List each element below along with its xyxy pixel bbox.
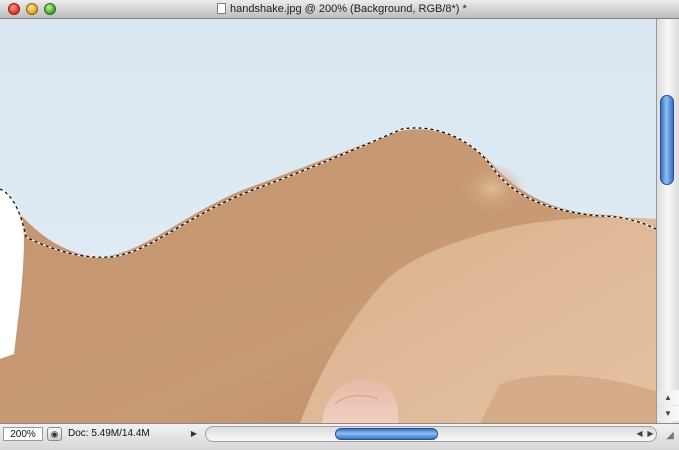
- status-arrow-icon[interactable]: ◉: [47, 427, 62, 441]
- photoshop-document-window: handshake.jpg @ 200% (Background, RGB/8*…: [0, 0, 679, 450]
- document-proxy-icon[interactable]: [217, 3, 226, 14]
- handshake-image: [0, 19, 656, 423]
- document-size-info: Doc: 5.49M/14.4M: [68, 428, 150, 439]
- vertical-scrollbar[interactable]: ▲ ▼: [656, 19, 679, 423]
- horizontal-scroll-thumb[interactable]: [335, 428, 438, 440]
- minimize-button[interactable]: [26, 3, 38, 15]
- window-title: handshake.jpg @ 200% (Background, RGB/8*…: [230, 3, 467, 15]
- horizontal-scrollbar[interactable]: [205, 426, 657, 442]
- status-menu-arrow-icon[interactable]: ▶: [188, 427, 200, 441]
- resize-grip-icon[interactable]: ◢: [664, 430, 676, 442]
- zoom-button[interactable]: [44, 3, 56, 15]
- title-bar[interactable]: handshake.jpg @ 200% (Background, RGB/8*…: [0, 0, 679, 19]
- arrow-left-icon[interactable]: ◀: [634, 428, 645, 440]
- status-bar: 200% ◉ Doc: 5.49M/14.4M ▶ ◀ ▶ ◢: [0, 423, 679, 450]
- close-button[interactable]: [8, 3, 20, 15]
- arrow-up-icon[interactable]: ▲: [657, 390, 679, 405]
- image-canvas[interactable]: [0, 19, 656, 423]
- vertical-scroll-thumb[interactable]: [660, 95, 674, 185]
- zoom-level-field[interactable]: 200%: [3, 427, 43, 441]
- arrow-right-icon[interactable]: ▶: [645, 428, 656, 440]
- arrow-down-icon[interactable]: ▼: [657, 406, 679, 421]
